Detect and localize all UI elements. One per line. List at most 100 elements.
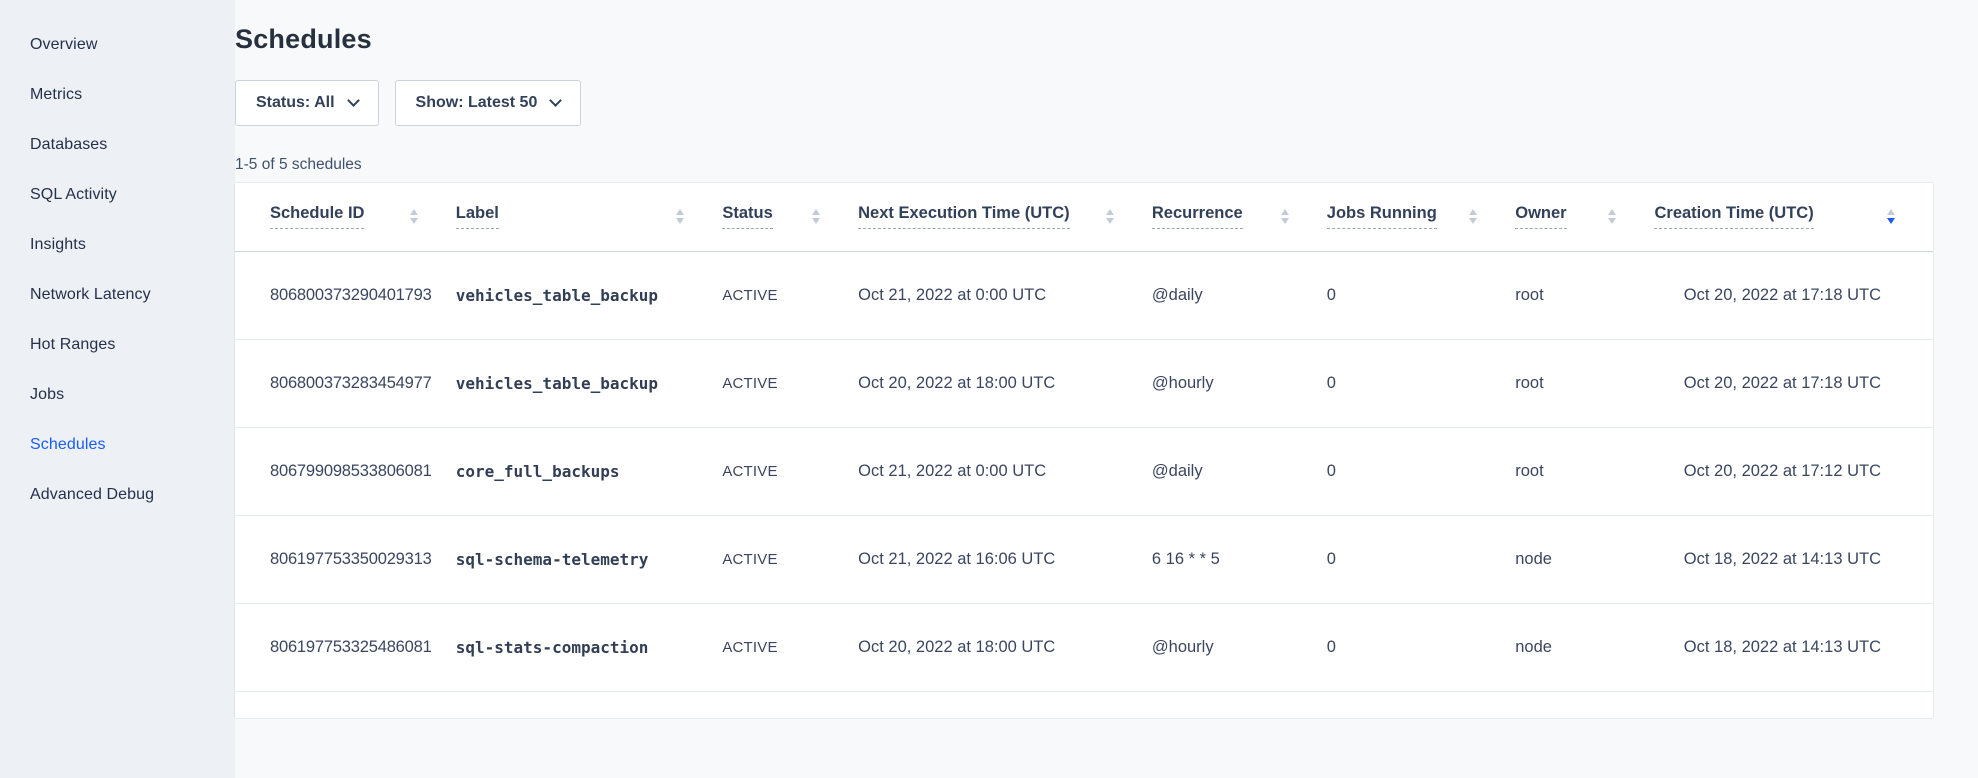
cell-recurrence: 6 16 * * 5 [1152, 515, 1327, 603]
cell-label: vehicles_table_backup [456, 339, 723, 427]
sort-up-arrow-icon [1281, 209, 1289, 215]
column-header-schedule-id[interactable]: Schedule ID [235, 183, 456, 251]
cell-status: ACTIVE [722, 427, 858, 515]
main-content: Schedules Status: All Show: Latest 50 1-… [235, 0, 1978, 778]
cell-next-execution: Oct 20, 2022 at 18:00 UTC [858, 603, 1152, 691]
sidebar: OverviewMetricsDatabasesSQL ActivityInsi… [0, 0, 235, 778]
cell-owner: root [1515, 427, 1654, 515]
table-row: 806197753350029313sql-schema-telemetryAC… [235, 515, 1933, 603]
table-body: 806800373290401793vehicles_table_backupA… [235, 251, 1933, 691]
sidebar-item-hot-ranges[interactable]: Hot Ranges [0, 320, 235, 370]
sort-arrows-icon [664, 209, 684, 224]
column-header-content: Status [722, 204, 858, 229]
sidebar-item-overview[interactable]: Overview [0, 20, 235, 70]
cell-status: ACTIVE [722, 603, 858, 691]
schedules-table: Schedule ID Label Status Next Execution Tim… [235, 183, 1933, 692]
cell-jobs-running: 0 [1327, 603, 1515, 691]
column-header-label: Creation Time (UTC) [1654, 204, 1813, 229]
sort-down-arrow-icon [1469, 218, 1477, 224]
sort-up-arrow-icon [410, 209, 418, 215]
sidebar-item-schedules[interactable]: Schedules [0, 420, 235, 470]
sort-down-arrow-icon [1608, 218, 1616, 224]
sort-down-arrow-icon [812, 218, 820, 224]
cell-next-execution: Oct 21, 2022 at 0:00 UTC [858, 427, 1152, 515]
sidebar-item-jobs[interactable]: Jobs [0, 370, 235, 420]
column-header-label: Schedule ID [270, 204, 364, 229]
show-filter-dropdown[interactable]: Show: Latest 50 [395, 80, 582, 126]
sort-arrows-icon [1457, 209, 1477, 224]
cell-recurrence: @hourly [1152, 339, 1327, 427]
column-header-label: Status [722, 204, 772, 229]
column-header-label: Recurrence [1152, 204, 1243, 229]
column-header-next-execution[interactable]: Next Execution Time (UTC) [858, 183, 1152, 251]
column-header-jobs-running[interactable]: Jobs Running [1327, 183, 1515, 251]
sort-arrows-icon [800, 209, 820, 224]
sidebar-item-sql-activity[interactable]: SQL Activity [0, 170, 235, 220]
column-header-owner[interactable]: Owner [1515, 183, 1654, 251]
column-header-content: Owner [1515, 204, 1654, 229]
cell-label: core_full_backups [456, 427, 723, 515]
cell-creation-time: Oct 20, 2022 at 17:18 UTC [1654, 339, 1933, 427]
column-header-content: Schedule ID [235, 204, 456, 229]
table-header-row: Schedule ID Label Status Next Execution Tim… [235, 183, 1933, 251]
sidebar-item-network-latency[interactable]: Network Latency [0, 270, 235, 320]
cell-next-execution: Oct 21, 2022 at 0:00 UTC [858, 251, 1152, 339]
cell-owner: node [1515, 603, 1654, 691]
page-title: Schedules [235, 24, 1933, 55]
cell-creation-time: Oct 20, 2022 at 17:12 UTC [1654, 427, 1933, 515]
status-filter-dropdown[interactable]: Status: All [235, 80, 379, 126]
column-header-content: Label [456, 204, 723, 229]
cell-creation-time: Oct 18, 2022 at 14:13 UTC [1654, 603, 1933, 691]
cell-jobs-running: 0 [1327, 427, 1515, 515]
sort-up-arrow-icon [676, 209, 684, 215]
table-row: 806800373290401793vehicles_table_backupA… [235, 251, 1933, 339]
sort-down-arrow-icon [410, 218, 418, 224]
sort-arrows-icon [1094, 209, 1114, 224]
show-filter-label: Show: Latest 50 [416, 94, 538, 112]
cell-status: ACTIVE [722, 515, 858, 603]
table-row: 806197753325486081sql-stats-compactionAC… [235, 603, 1933, 691]
cell-recurrence: @daily [1152, 251, 1327, 339]
column-header-content: Creation Time (UTC) [1654, 204, 1933, 229]
cell-schedule-id: 806800373283454977 [235, 339, 456, 427]
sort-down-arrow-icon [1281, 218, 1289, 224]
cell-label: sql-stats-compaction [456, 603, 723, 691]
filter-bar: Status: All Show: Latest 50 [235, 80, 1933, 126]
table-row: 806800373283454977vehicles_table_backupA… [235, 339, 1933, 427]
sidebar-item-databases[interactable]: Databases [0, 120, 235, 170]
cell-recurrence: @daily [1152, 427, 1327, 515]
column-header-label: Owner [1515, 204, 1566, 229]
column-header-label: Next Execution Time (UTC) [858, 204, 1069, 229]
sort-up-arrow-icon [1887, 209, 1895, 215]
results-count: 1-5 of 5 schedules [235, 156, 1933, 174]
cell-creation-time: Oct 20, 2022 at 17:18 UTC [1654, 251, 1933, 339]
cell-owner: node [1515, 515, 1654, 603]
cell-jobs-running: 0 [1327, 339, 1515, 427]
column-header-label[interactable]: Label [456, 183, 723, 251]
cell-owner: root [1515, 339, 1654, 427]
sidebar-item-insights[interactable]: Insights [0, 220, 235, 270]
sort-up-arrow-icon [1106, 209, 1114, 215]
cell-jobs-running: 0 [1327, 251, 1515, 339]
column-header-content: Next Execution Time (UTC) [858, 204, 1152, 229]
sort-up-arrow-icon [1608, 209, 1616, 215]
column-header-label: Label [456, 204, 499, 229]
cell-recurrence: @hourly [1152, 603, 1327, 691]
sidebar-item-metrics[interactable]: Metrics [0, 70, 235, 120]
sort-desc-active-icon [1875, 209, 1895, 224]
column-header-status[interactable]: Status [722, 183, 858, 251]
cell-schedule-id: 806800373290401793 [235, 251, 456, 339]
cell-schedule-id: 806197753350029313 [235, 515, 456, 603]
column-header-recurrence[interactable]: Recurrence [1152, 183, 1327, 251]
status-filter-label: Status: All [256, 94, 335, 112]
cell-next-execution: Oct 21, 2022 at 16:06 UTC [858, 515, 1152, 603]
cell-owner: root [1515, 251, 1654, 339]
sort-arrows-icon [398, 209, 418, 224]
sort-down-arrow-icon [676, 218, 684, 224]
table-row: 806799098533806081core_full_backupsACTIV… [235, 427, 1933, 515]
column-header-creation-time[interactable]: Creation Time (UTC) [1654, 183, 1933, 251]
sort-arrows-icon [1596, 209, 1616, 224]
cell-label: vehicles_table_backup [456, 251, 723, 339]
sidebar-item-advanced-debug[interactable]: Advanced Debug [0, 470, 235, 520]
cell-schedule-id: 806197753325486081 [235, 603, 456, 691]
